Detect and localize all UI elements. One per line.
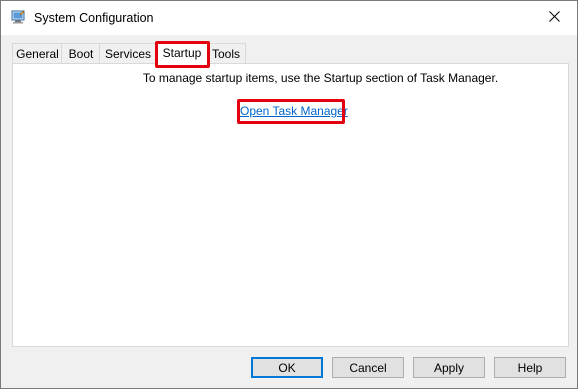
system-configuration-icon [11,10,25,24]
tab-services[interactable]: Services [99,43,157,63]
tab-label: Startup [162,46,202,60]
help-button[interactable]: Help [494,357,566,378]
close-icon [548,11,560,25]
close-button[interactable] [531,1,577,35]
tab-startup[interactable]: Startup [156,41,208,64]
tab-label: General [16,46,59,61]
button-label: Help [517,360,543,375]
ok-button[interactable]: OK [251,357,323,378]
tab-label: Boot [68,46,94,61]
startup-panel: To manage startup items, use the Startup… [12,63,569,347]
tab-label: Services [104,46,151,61]
system-configuration-window: System Configuration General Boot Servic… [0,0,578,389]
tab-boot[interactable]: Boot [61,43,101,63]
button-label: Cancel [349,360,387,375]
apply-button[interactable]: Apply [413,357,485,378]
window-title: System Configuration [34,11,154,25]
tab-label: Tools [211,46,240,61]
tab-tools[interactable]: Tools [206,43,246,63]
startup-message: To manage startup items, use the Startup… [142,71,499,85]
button-label: OK [278,360,296,375]
tab-general[interactable]: General [12,43,63,63]
button-label: Apply [433,360,465,375]
cancel-button[interactable]: Cancel [332,357,404,378]
title-bar[interactable]: System Configuration [1,1,577,35]
open-task-manager-link[interactable]: Open Task Manager [240,104,348,118]
